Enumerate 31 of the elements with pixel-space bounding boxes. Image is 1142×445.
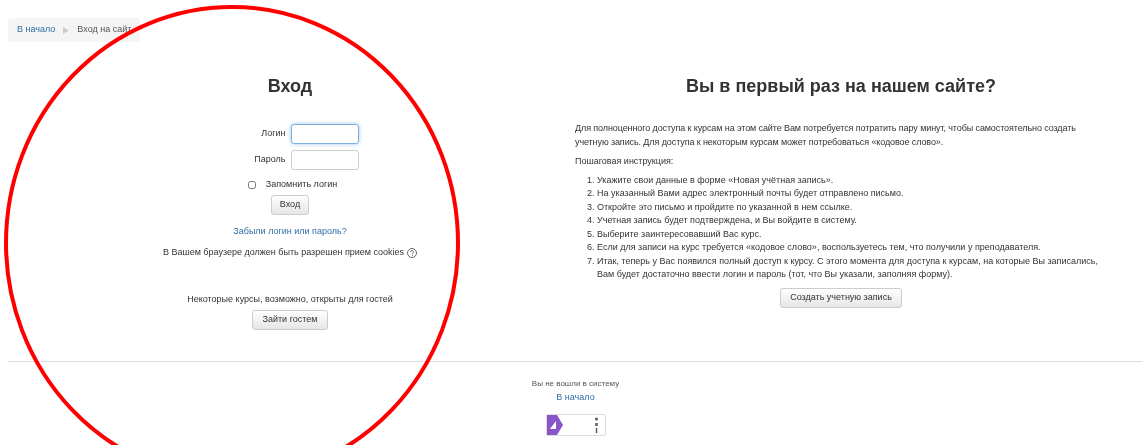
step-number: 1. <box>587 173 596 187</box>
breadcrumb-link[interactable]: В начало <box>17 23 56 37</box>
step-number: 5. <box>587 227 596 241</box>
cookies-note: В Вашем браузере должен быть разрешен прием cookies <box>162 246 405 259</box>
step-number: 6. <box>587 241 596 254</box>
step-text: На указанный Вами адрес электронный почты будет отправлено письмо. <box>597 187 904 200</box>
step-text: Откройте это письмо и пройдите по указанной в нем ссылке. <box>597 200 853 214</box>
step-number: 7. <box>587 254 596 268</box>
step-number: 2. <box>587 187 596 200</box>
login-button[interactable]: Вход <box>270 194 310 215</box>
remember-label: Запомнить логин <box>265 178 338 191</box>
home-link[interactable]: В начало <box>556 391 595 405</box>
field-label: Пароль <box>253 153 286 167</box>
guest-login-button[interactable]: Зайти гостем <box>251 310 329 330</box>
signup-title: Вы в первый раз на нашем сайте? <box>685 75 997 98</box>
guest-note: Некоторые курсы, возможно, открыты для гостей <box>187 292 393 306</box>
breadcrumb-current: Вход на сайт <box>77 23 132 37</box>
intro-text: Для полноценного доступа к курсам на этом сайте Вам потребуется потратить пару минут, чтобы самостоятельно создать учетную запись. Для доступа к некоторым курсам может потребоваться «кодовое слово». <box>575 122 1077 149</box>
create-account-button[interactable]: Создать учетную запись <box>780 287 902 308</box>
step-text: Учетная запись будет подтверждена, и Вы войдите в систему. <box>597 214 857 227</box>
step-number: 4. <box>587 214 596 227</box>
login-status: Вы не вошли в систему <box>531 378 620 390</box>
step-number: 3. <box>587 200 596 214</box>
step-text: Укажите свои данные в форме «Новая учётная запись». <box>597 173 834 187</box>
field-label: Логин <box>260 127 286 141</box>
step-text: Итак, теперь у Вас появился полный доступ к курсу. С этого момента для доступа к курсам, на которые Вы записались, Вам будет достаточно ввести логин и пароль (тот, что Вы указали, заполняя форму). <box>597 254 1099 281</box>
steps-heading: Пошаговая инструкция: <box>575 155 675 168</box>
step-text: Если для записи на курс требуется «кодовое слово», воспользуетесь тем, что получили у преподавателя. <box>597 241 1041 254</box>
login-title: Вход <box>267 75 313 98</box>
step-text: Выберите заинтересовавший Вас курс. <box>597 227 762 241</box>
forgot-password-link[interactable]: Забыли логин или пароль? <box>233 224 347 238</box>
